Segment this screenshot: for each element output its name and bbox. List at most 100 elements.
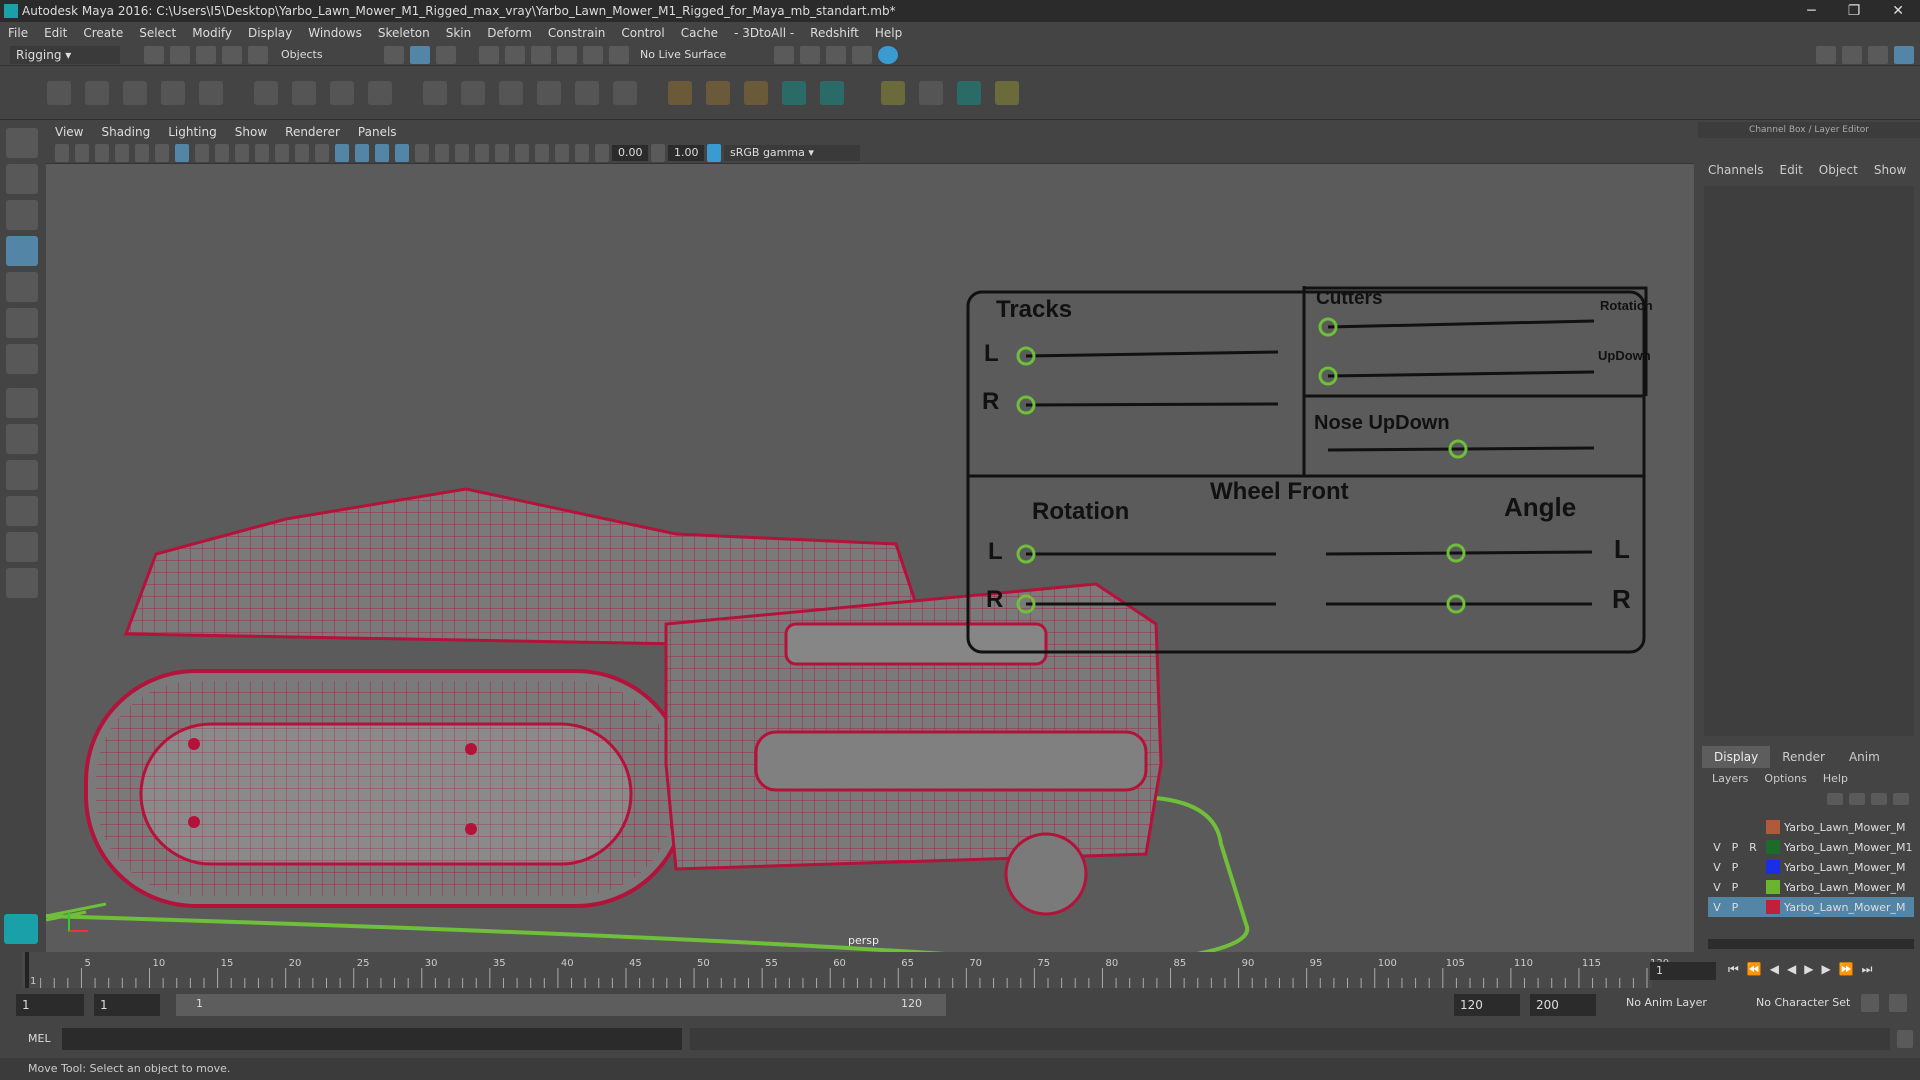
menu-skin[interactable]: Skin	[446, 26, 472, 40]
layer-color-swatch[interactable]	[1766, 860, 1780, 874]
depth-of-field-icon[interactable]	[495, 144, 509, 162]
camera-attr-icon[interactable]	[75, 144, 89, 162]
bind-skin-icon[interactable]	[254, 81, 278, 105]
snap-grid-icon[interactable]	[479, 45, 499, 64]
menu-skeleton[interactable]: Skeleton	[378, 26, 430, 40]
script-editor-icon[interactable]	[1897, 1030, 1913, 1048]
side-by-side-icon[interactable]	[6, 460, 38, 490]
character-set-dropdown[interactable]: No Character Set	[1756, 996, 1850, 1009]
layer-color-swatch[interactable]	[1766, 820, 1780, 834]
step-forward-icon[interactable]: ▶	[1821, 962, 1830, 977]
menu-windows[interactable]: Windows	[308, 26, 362, 40]
gate-mask-icon[interactable]	[235, 144, 249, 162]
step-back-key-icon[interactable]: ⏪	[1747, 962, 1762, 977]
script-m-icon[interactable]	[782, 81, 806, 105]
outliner-icon[interactable]	[6, 568, 38, 598]
last-tool-icon[interactable]	[6, 344, 38, 374]
current-frame-field[interactable]: 1	[1650, 962, 1716, 980]
isolate-select-icon[interactable]	[515, 144, 529, 162]
move-layer-up-icon[interactable]	[1827, 793, 1843, 805]
mode-dropdown[interactable]: Rigging ▾	[10, 45, 120, 64]
backface-icon[interactable]	[575, 144, 589, 162]
point-constraint-icon[interactable]	[461, 81, 485, 105]
undo-icon[interactable]	[222, 45, 242, 64]
safe-title-icon[interactable]	[295, 144, 309, 162]
parent-constraint-icon[interactable]	[423, 81, 447, 105]
gamma-icon[interactable]	[651, 144, 665, 162]
playback-start-field[interactable]: 1	[94, 994, 160, 1016]
end-time-field[interactable]: 200	[1530, 994, 1596, 1016]
orient-joint-icon[interactable]	[161, 81, 185, 105]
snap-vertex-icon[interactable]	[609, 45, 629, 64]
play-back-icon[interactable]: ◀	[1787, 962, 1796, 977]
paint-weights-icon[interactable]	[292, 81, 316, 105]
menu-help[interactable]: Help	[875, 26, 902, 40]
layer-color-swatch[interactable]	[1766, 880, 1780, 894]
gamma-field[interactable]: 1.00	[668, 145, 704, 161]
lattice-icon[interactable]	[330, 81, 354, 105]
layer-help-menu[interactable]: Help	[1823, 772, 1848, 785]
lasso-tool-icon[interactable]	[6, 164, 38, 194]
open-scene-icon[interactable]	[170, 45, 190, 64]
layer-row[interactable]: VP Yarbo_Lawn_Mower_M	[1708, 857, 1914, 877]
menu-modify[interactable]: Modify	[192, 26, 232, 40]
snap-curve-icon[interactable]	[505, 45, 525, 64]
toggle-attribute-editor-icon[interactable]	[1816, 45, 1836, 64]
tab-display[interactable]: Display	[1702, 746, 1771, 768]
menu-select[interactable]: Select	[139, 26, 176, 40]
cluster-icon[interactable]	[368, 81, 392, 105]
new-scene-icon[interactable]	[144, 45, 164, 64]
menu-redshift[interactable]: Redshift	[810, 26, 859, 40]
scale-constraint-icon[interactable]	[537, 81, 561, 105]
tool-d-icon[interactable]	[995, 81, 1019, 105]
film-gate-icon[interactable]	[195, 144, 209, 162]
blend-shape-icon[interactable]	[744, 81, 768, 105]
live-surface-field[interactable]: No Live Surface	[640, 48, 750, 61]
menu-file[interactable]: File	[8, 26, 28, 40]
persp-graph-icon[interactable]	[6, 532, 38, 562]
toggle-channel-box-icon[interactable]	[1868, 45, 1888, 64]
smooth-shade-icon[interactable]	[335, 144, 349, 162]
menu-edit[interactable]: Edit	[44, 26, 67, 40]
play-forward-icon[interactable]: ▶	[1804, 962, 1813, 977]
tool-b-icon[interactable]	[919, 81, 943, 105]
shadows-icon[interactable]	[415, 144, 429, 162]
move-tool-icon[interactable]	[6, 236, 38, 266]
snap-point-icon[interactable]	[531, 45, 551, 64]
script-m2-icon[interactable]	[820, 81, 844, 105]
channels-edit-menu[interactable]: Edit	[1780, 163, 1803, 177]
anti-alias-icon[interactable]	[475, 144, 489, 162]
viewport-persp[interactable]: View Shading Lighting Show Renderer Pane…	[46, 122, 1694, 952]
tool-a-icon[interactable]	[881, 81, 905, 105]
locator-icon[interactable]	[668, 81, 692, 105]
camera-select-icon[interactable]	[55, 144, 69, 162]
channels-show-menu[interactable]: Show	[1874, 163, 1906, 177]
exposure-icon[interactable]	[595, 144, 609, 162]
aim-constraint-icon[interactable]	[575, 81, 599, 105]
anim-layer-dropdown[interactable]: No Anim Layer	[1626, 996, 1707, 1009]
minimize-button[interactable]: ─	[1807, 3, 1815, 19]
grid-icon[interactable]	[175, 144, 189, 162]
render-settings-icon[interactable]	[826, 45, 846, 64]
start-time-field[interactable]: 1	[16, 994, 84, 1016]
snap-surface-icon[interactable]	[583, 45, 603, 64]
menu-3dtoall[interactable]: - 3DtoAll -	[734, 26, 794, 40]
panel-menu-shading[interactable]: Shading	[101, 125, 150, 139]
toggle-tool-settings-icon[interactable]	[1842, 45, 1862, 64]
tab-render[interactable]: Render	[1770, 746, 1837, 768]
bookmark-icon[interactable]	[95, 144, 109, 162]
paint-select-icon[interactable]	[6, 200, 38, 230]
playback-end-field[interactable]: 120	[1454, 994, 1520, 1016]
layer-row[interactable]: VPR Yarbo_Lawn_Mower_M1	[1708, 837, 1914, 857]
textured-icon[interactable]	[375, 144, 389, 162]
lights-icon[interactable]	[395, 144, 409, 162]
options-menu[interactable]: Options	[1764, 772, 1806, 785]
panel-menu-view[interactable]: View	[55, 125, 83, 139]
select-by-object-icon[interactable]	[410, 45, 430, 64]
wireframe-on-shaded-icon[interactable]	[355, 144, 369, 162]
go-to-start-icon[interactable]: ⏮	[1728, 962, 1739, 977]
set-driven-key-icon[interactable]	[706, 81, 730, 105]
restore-button[interactable]: ❐	[1848, 3, 1861, 19]
scale-tool-icon[interactable]	[6, 308, 38, 338]
render-view-icon[interactable]	[878, 45, 898, 64]
